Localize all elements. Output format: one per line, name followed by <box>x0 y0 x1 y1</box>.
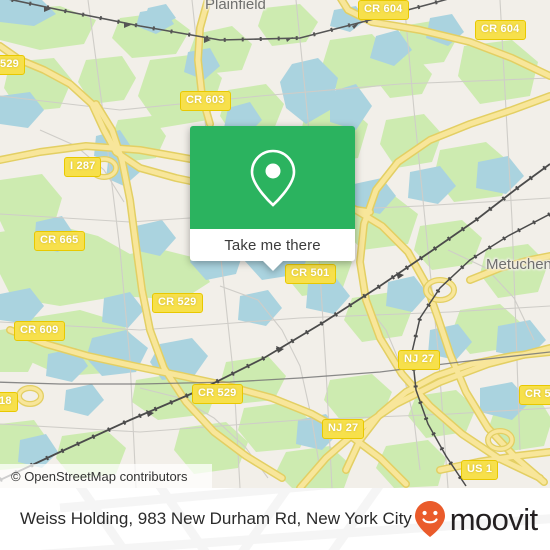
osm-attribution-text: © OpenStreetMap contributors <box>11 468 188 484</box>
road-shield-nj27-b[interactable]: NJ 27 <box>322 419 365 439</box>
footer-bar: Weiss Holding, 983 New Durham Rd, New Yo… <box>0 488 550 550</box>
road-shield-cr604-a[interactable]: CR 604 <box>358 0 409 20</box>
road-shield-cr665[interactable]: CR 665 <box>34 231 85 251</box>
road-shield-cr5[interactable]: CR 5 <box>519 385 550 405</box>
location-title: Weiss Holding, 983 New Durham Rd, New Yo… <box>20 509 412 528</box>
moovit-map-screenshot: Plainfield Metuchen CR 604 CR 604 529 CR… <box>0 0 550 550</box>
road-shield-cr603[interactable]: CR 603 <box>180 91 231 111</box>
place-label-metuchen: Metuchen <box>486 256 550 273</box>
road-shield-529[interactable]: 529 <box>0 55 25 75</box>
road-shield-cr529-b[interactable]: CR 529 <box>192 384 243 404</box>
map-pin-icon <box>250 149 295 207</box>
location-popup[interactable]: Take me there <box>190 126 355 271</box>
road-shield-nj27-a[interactable]: NJ 27 <box>398 350 441 370</box>
road-shield-us1[interactable]: US 1 <box>461 460 499 480</box>
popup-icon-panel <box>190 126 355 229</box>
road-shield-cr529-a[interactable]: CR 529 <box>152 293 203 313</box>
take-me-there-label: Take me there <box>224 236 321 254</box>
road-shield-cr609[interactable]: CR 609 <box>14 321 65 341</box>
moovit-logo[interactable]: moovit <box>412 499 538 539</box>
moovit-smiley-pin-icon <box>414 501 445 537</box>
road-shield-18[interactable]: 18 <box>0 392 18 412</box>
road-shield-cr501[interactable]: CR 501 <box>285 264 336 284</box>
osm-attribution-bar[interactable]: © OpenStreetMap contributors <box>0 464 212 488</box>
road-shield-cr604-b[interactable]: CR 604 <box>475 20 526 40</box>
popup-action-bar[interactable]: Take me there <box>190 229 355 271</box>
road-shield-i287[interactable]: I 287 <box>64 157 102 177</box>
footer-content-row: Weiss Holding, 983 New Durham Rd, New Yo… <box>0 488 550 550</box>
moovit-wordmark: moovit <box>449 501 538 537</box>
map-canvas[interactable]: Plainfield Metuchen CR 604 CR 604 529 CR… <box>0 0 550 488</box>
popup-pointer-tail <box>261 260 284 271</box>
place-label-plainfield: Plainfield <box>205 0 266 13</box>
